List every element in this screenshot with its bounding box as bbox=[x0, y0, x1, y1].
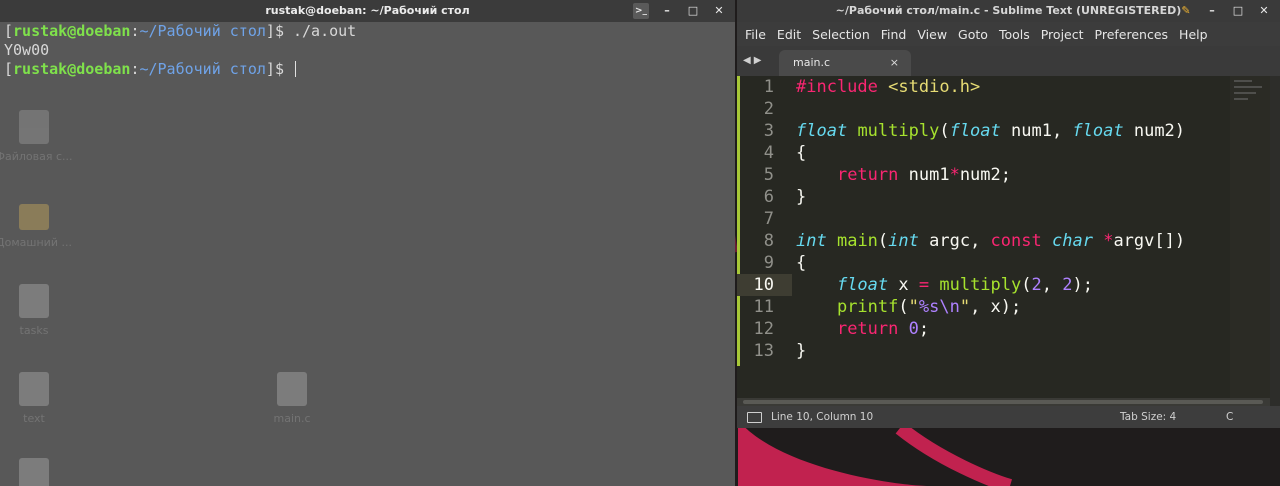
menu-preferences[interactable]: Preferences bbox=[1095, 27, 1177, 42]
tab-label: main.c bbox=[793, 56, 831, 69]
sublime-window[interactable]: ~/Рабочий стол/main.c - Sublime Text (UN… bbox=[737, 0, 1280, 428]
maximize-icon[interactable]: □ bbox=[685, 3, 701, 19]
line-number: 6 bbox=[763, 187, 774, 207]
document-icon bbox=[19, 458, 49, 486]
line-number: 1 bbox=[763, 77, 774, 97]
menu-selection[interactable]: Selection bbox=[812, 27, 878, 42]
scrollbar-thumb[interactable] bbox=[743, 400, 1263, 404]
close-icon[interactable]: ✕ bbox=[711, 3, 727, 19]
sublime-title: ~/Рабочий стол/main.c - Sublime Text (UN… bbox=[835, 4, 1182, 17]
line-number: 2 bbox=[763, 99, 774, 119]
minimap[interactable] bbox=[1230, 76, 1270, 398]
code-line: 1 #include <stdio.h> bbox=[737, 76, 1227, 98]
vertical-scrollbar[interactable] bbox=[1270, 76, 1280, 406]
text-cursor bbox=[295, 61, 296, 77]
terminal-command: $ ./a.out bbox=[274, 22, 357, 40]
code-line: 12 return 0; bbox=[737, 318, 1227, 340]
menu-edit[interactable]: Edit bbox=[777, 27, 809, 42]
file-manager-icon bbox=[19, 110, 49, 144]
minimize-icon[interactable]: – bbox=[659, 3, 675, 19]
line-number: 10 bbox=[753, 275, 774, 295]
code-line: 2 bbox=[737, 98, 1227, 120]
tab-close-icon[interactable]: × bbox=[890, 50, 899, 76]
tab-size-selector[interactable]: Tab Size: 4 bbox=[1120, 406, 1176, 428]
line-number: 9 bbox=[763, 253, 774, 273]
terminal-window[interactable]: rustak@doeban: ~/Рабочий стол >_ – □ ✕ Ф… bbox=[0, 0, 735, 486]
line-number: 12 bbox=[753, 319, 774, 339]
document-icon bbox=[19, 284, 49, 318]
home-folder-icon bbox=[19, 204, 49, 230]
sublime-titlebar[interactable]: ~/Рабочий стол/main.c - Sublime Text (UN… bbox=[737, 0, 1280, 22]
menu-tools[interactable]: Tools bbox=[999, 27, 1038, 42]
desktop-icon-text[interactable]: text bbox=[0, 372, 74, 425]
desktop-icon-filemanager[interactable]: Файловая с... bbox=[0, 110, 74, 163]
menu-project[interactable]: Project bbox=[1041, 27, 1092, 42]
terminal-icon[interactable]: >_ bbox=[633, 3, 649, 19]
panel-toggle-icon[interactable] bbox=[747, 412, 762, 423]
code-line: 3 float multiply(float num1, float num2) bbox=[737, 120, 1227, 142]
desktop-icon-label: text bbox=[23, 412, 45, 425]
code-line: 7 bbox=[737, 208, 1227, 230]
tab-scroll-arrows-icon[interactable]: ◀▶ bbox=[743, 55, 764, 66]
line-number: 11 bbox=[753, 297, 774, 317]
line-number: 4 bbox=[763, 143, 774, 163]
terminal-title: rustak@doeban: ~/Рабочий стол bbox=[265, 4, 470, 17]
tab-main-c[interactable]: main.c × bbox=[779, 50, 911, 76]
code-line: 6} bbox=[737, 186, 1227, 208]
code-line: 11 printf("%s\n", x); bbox=[737, 296, 1227, 318]
minimize-icon[interactable]: – bbox=[1204, 3, 1220, 19]
line-number: 8 bbox=[763, 231, 774, 251]
prompt-path: ~/Рабочий стол bbox=[139, 60, 266, 78]
desktop-icon-label: Домашний ... bbox=[0, 236, 72, 249]
line-number: 3 bbox=[763, 121, 774, 141]
code-line: 4{ bbox=[737, 142, 1227, 164]
terminal-titlebar[interactable]: rustak@doeban: ~/Рабочий стол >_ – □ ✕ bbox=[0, 0, 735, 22]
tab-bar: ◀▶ main.c × bbox=[737, 46, 1280, 76]
desktop-icon-home[interactable]: Домашний ... bbox=[0, 198, 74, 249]
maximize-icon[interactable]: □ bbox=[1230, 3, 1246, 19]
line-number: 7 bbox=[763, 209, 774, 229]
code-line: 8 int main(int argc, const char *argv[]) bbox=[737, 230, 1227, 252]
menu-view[interactable]: View bbox=[917, 27, 955, 42]
document-icon bbox=[19, 372, 49, 406]
close-icon[interactable]: ✕ bbox=[1256, 3, 1272, 19]
terminal-line: [rustak@doeban:~/Рабочий стол]$ ./a.out bbox=[4, 22, 357, 40]
menu-find[interactable]: Find bbox=[881, 27, 915, 42]
terminal-output[interactable]: [rustak@doeban:~/Рабочий стол]$ ./a.out … bbox=[0, 22, 735, 486]
line-number: 13 bbox=[753, 341, 774, 361]
code-editor[interactable]: 1 #include <stdio.h> 2 3 float multiply(fl… bbox=[737, 76, 1280, 406]
terminal-line: Y0w00 bbox=[0, 41, 735, 60]
line-number: 5 bbox=[763, 165, 774, 185]
desktop-icon-tasks[interactable]: tasks bbox=[0, 284, 74, 337]
desktop-icon-label: Файловая с... bbox=[0, 150, 73, 163]
desktop-icon-partial[interactable] bbox=[0, 458, 74, 486]
terminal-command: $ bbox=[274, 60, 293, 78]
terminal-line: [rustak@doeban:~/Рабочий стол]$ bbox=[0, 60, 735, 79]
menu-goto[interactable]: Goto bbox=[958, 27, 996, 42]
menu-file[interactable]: File bbox=[745, 27, 774, 42]
code-line: 9{ bbox=[737, 252, 1227, 274]
horizontal-scrollbar[interactable] bbox=[737, 398, 1270, 406]
cursor-position: Line 10, Column 10 bbox=[771, 411, 874, 423]
menu-help[interactable]: Help bbox=[1179, 27, 1216, 42]
c-source-file-icon bbox=[277, 372, 307, 406]
prompt-path: ~/Рабочий стол bbox=[139, 22, 266, 40]
code-line: 5 return num1*num2; bbox=[737, 164, 1227, 186]
prompt-user: rustak@doeban bbox=[13, 22, 131, 40]
pin-icon[interactable]: ✎ bbox=[1178, 3, 1194, 19]
status-bar: Line 10, Column 10 Tab Size: 4 C bbox=[737, 406, 1280, 428]
syntax-selector[interactable]: C bbox=[1226, 406, 1233, 428]
desktop-icon-label: tasks bbox=[19, 324, 49, 337]
desktop-icon-main-c[interactable]: main.c bbox=[252, 372, 332, 425]
code-line-active: 10 float x = multiply(2, 2); bbox=[737, 274, 1227, 296]
menu-bar: File Edit Selection Find View Goto Tools… bbox=[737, 22, 1280, 46]
desktop-icon-label: main.c bbox=[273, 412, 311, 425]
prompt-user: rustak@doeban bbox=[13, 60, 131, 78]
program-output: Y0w00 bbox=[4, 41, 50, 59]
code-line: 13} bbox=[737, 340, 1227, 362]
